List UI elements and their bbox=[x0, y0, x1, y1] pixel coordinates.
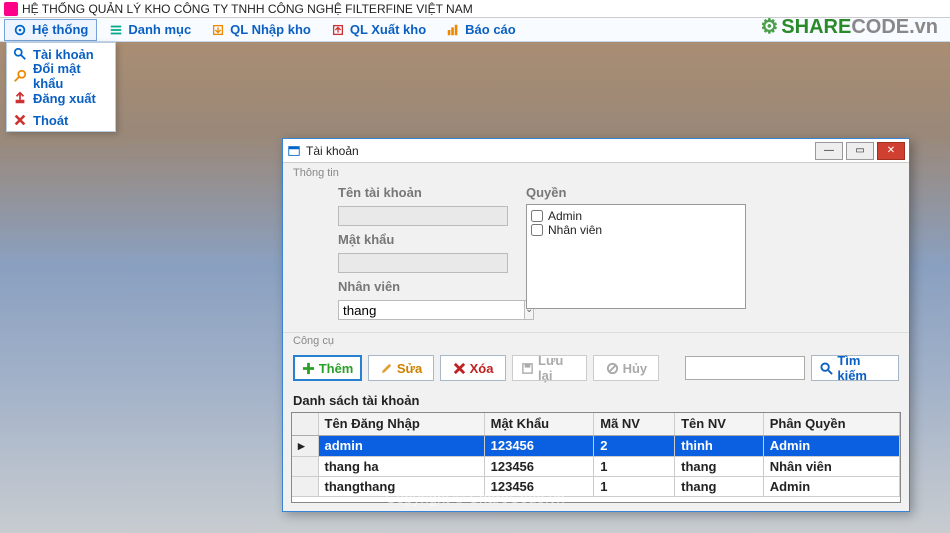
cell[interactable]: thangthang bbox=[318, 476, 484, 496]
save-button[interactable]: Lưu lại bbox=[512, 355, 587, 381]
menu-danh-muc[interactable]: Danh mục bbox=[101, 19, 199, 41]
dropdown-label: Đăng xuất bbox=[33, 91, 96, 106]
app-icon bbox=[4, 2, 18, 16]
cell[interactable]: thinh bbox=[675, 435, 764, 456]
close-button[interactable]: ✕ bbox=[877, 142, 905, 160]
x-icon bbox=[453, 362, 466, 375]
cell[interactable]: Admin bbox=[763, 476, 899, 496]
checkbox-nhanvien[interactable] bbox=[531, 224, 543, 236]
row-header bbox=[292, 476, 318, 496]
table-row[interactable]: thangthang1234561thangAdmin bbox=[292, 476, 900, 496]
dialog-icon bbox=[287, 144, 301, 158]
rights-option-nhanvien[interactable]: Nhân viên bbox=[531, 223, 741, 237]
menu-he-thong[interactable]: Hệ thống bbox=[4, 19, 97, 41]
col-username[interactable]: Tên Đăng Nhập bbox=[318, 413, 484, 435]
search-input[interactable] bbox=[685, 356, 805, 380]
cell[interactable]: Admin bbox=[763, 435, 899, 456]
row-header bbox=[292, 435, 318, 456]
app-title: HỆ THỐNG QUẢN LÝ KHO CÔNG TY TNHH CÔNG N… bbox=[22, 2, 473, 16]
table-row[interactable]: thang ha1234561thangNhân viên bbox=[292, 456, 900, 476]
rights-listbox[interactable]: Admin Nhân viên bbox=[526, 204, 746, 309]
employee-combo[interactable]: ⌄ bbox=[338, 300, 508, 320]
search-icon bbox=[820, 362, 833, 375]
search-button[interactable]: Tìm kiếm bbox=[811, 355, 899, 381]
cell[interactable]: Nhân viên bbox=[763, 456, 899, 476]
gear-icon: ⚙ bbox=[760, 16, 778, 38]
group-info-label: Thông tin bbox=[283, 163, 909, 179]
table-row[interactable]: admin1234562thinhAdmin bbox=[292, 435, 900, 456]
dropdown-label: Đổi mật khẩu bbox=[33, 61, 109, 91]
dropdown-label: Tài khoản bbox=[33, 47, 94, 62]
delete-button[interactable]: Xóa bbox=[440, 355, 506, 381]
pencil-icon bbox=[380, 362, 393, 375]
dropdown-label: Thoát bbox=[33, 113, 68, 128]
employee-input[interactable] bbox=[338, 300, 525, 320]
cell[interactable]: thang bbox=[675, 456, 764, 476]
maximize-button[interactable]: ▭ bbox=[846, 142, 874, 160]
list-icon bbox=[109, 23, 123, 37]
plus-icon bbox=[302, 362, 315, 375]
chart-icon bbox=[446, 23, 460, 37]
menu-label: QL Xuất kho bbox=[350, 22, 426, 37]
password-input[interactable] bbox=[338, 253, 508, 273]
menu-label: QL Nhập kho bbox=[230, 22, 311, 37]
cell[interactable]: 2 bbox=[594, 435, 675, 456]
grid-header-row: Tên Đăng Nhập Mật Khẩu Mã NV Tên NV Phân… bbox=[292, 413, 900, 435]
cell[interactable]: 123456 bbox=[484, 456, 594, 476]
gear-icon bbox=[13, 23, 27, 37]
menu-ql-nhap-kho[interactable]: QL Nhập kho bbox=[203, 19, 319, 41]
edit-button[interactable]: Sửa bbox=[368, 355, 434, 381]
add-button[interactable]: Thêm bbox=[293, 355, 362, 381]
dialog-title: Tài khoản bbox=[306, 144, 359, 158]
col-phanquyen[interactable]: Phân Quyền bbox=[763, 413, 899, 435]
cell[interactable]: admin bbox=[318, 435, 484, 456]
username-label: Tên tài khoản bbox=[338, 185, 508, 200]
menu-dropdown: Tài khoản Đổi mật khẩu Đăng xuất Thoát bbox=[6, 42, 116, 132]
rights-option-admin[interactable]: Admin bbox=[531, 209, 741, 223]
username-input[interactable] bbox=[338, 206, 508, 226]
cancel-icon bbox=[606, 362, 619, 375]
dialog-titlebar: Tài khoản — ▭ ✕ bbox=[283, 139, 909, 163]
search-icon bbox=[13, 47, 27, 61]
menu-label: Hệ thống bbox=[32, 22, 88, 37]
checkbox-admin[interactable] bbox=[531, 210, 543, 222]
info-panel: Tên tài khoản Mật khẩu Nhân viên ⌄ Quyền… bbox=[283, 179, 909, 332]
cell[interactable]: 123456 bbox=[484, 476, 594, 496]
logout-icon bbox=[13, 91, 27, 105]
minimize-button[interactable]: — bbox=[815, 142, 843, 160]
row-header bbox=[292, 456, 318, 476]
row-header-blank bbox=[292, 413, 318, 435]
account-dialog: Tài khoản — ▭ ✕ Thông tin Tên tài khoản … bbox=[282, 138, 910, 512]
rights-label: Quyền bbox=[526, 185, 746, 200]
close-icon bbox=[13, 113, 27, 127]
menu-label: Danh mục bbox=[128, 22, 191, 37]
cell[interactable]: thang bbox=[675, 476, 764, 496]
cell[interactable]: 1 bbox=[594, 476, 675, 496]
toolbar-label: Công cụ bbox=[283, 332, 909, 349]
watermark-logo: ⚙SHARECODE.vn bbox=[760, 14, 938, 39]
password-label: Mật khẩu bbox=[338, 232, 508, 247]
col-password[interactable]: Mật Khẩu bbox=[484, 413, 594, 435]
col-manv[interactable]: Mã NV bbox=[594, 413, 675, 435]
menu-label: Báo cáo bbox=[465, 22, 516, 37]
dropdown-thoat[interactable]: Thoát bbox=[7, 109, 115, 131]
col-tennv[interactable]: Tên NV bbox=[675, 413, 764, 435]
cell[interactable]: 123456 bbox=[484, 435, 594, 456]
export-icon bbox=[331, 23, 345, 37]
menu-bao-cao[interactable]: Báo cáo bbox=[438, 19, 524, 41]
menu-ql-xuat-kho[interactable]: QL Xuất kho bbox=[323, 19, 434, 41]
cell[interactable]: thang ha bbox=[318, 456, 484, 476]
cell[interactable]: 1 bbox=[594, 456, 675, 476]
import-icon bbox=[211, 23, 225, 37]
account-grid[interactable]: Tên Đăng Nhập Mật Khẩu Mã NV Tên NV Phân… bbox=[291, 412, 901, 503]
list-label: Danh sách tài khoản bbox=[283, 389, 909, 412]
dropdown-doi-mat-khau[interactable]: Đổi mật khẩu bbox=[7, 65, 115, 87]
employee-label: Nhân viên bbox=[338, 279, 508, 294]
cancel-button[interactable]: Hủy bbox=[593, 355, 659, 381]
save-icon bbox=[521, 362, 534, 375]
toolbar: Thêm Sửa Xóa Lưu lại Hủy Tìm kiếm bbox=[283, 349, 909, 389]
key-icon bbox=[13, 69, 27, 83]
